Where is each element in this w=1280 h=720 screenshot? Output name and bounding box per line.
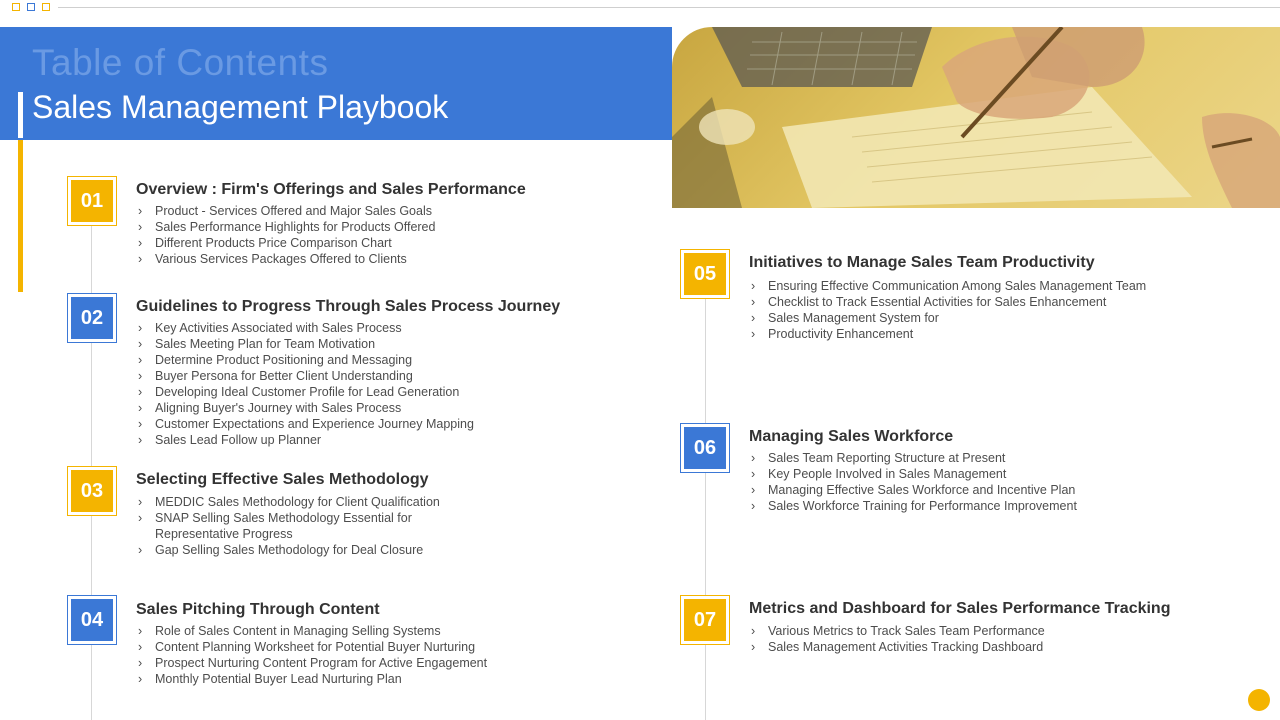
top-divider-line	[58, 7, 1280, 8]
section-number: 07	[684, 599, 726, 641]
section-bullet-list: Various Metrics to Track Sales Team Perf…	[749, 623, 1045, 655]
list-item: Key Activities Associated with Sales Pro…	[136, 320, 474, 336]
section-title: Guidelines to Progress Through Sales Pro…	[136, 298, 561, 315]
list-item: Prospect Nurturing Content Program for A…	[136, 655, 487, 671]
section-number-badge: 05	[680, 249, 730, 299]
list-item: Content Planning Worksheet for Potential…	[136, 639, 487, 655]
section-number-badge: 03	[67, 466, 117, 516]
list-item: Various Metrics to Track Sales Team Perf…	[749, 623, 1045, 639]
list-item: Product - Services Offered and Major Sal…	[136, 203, 435, 219]
list-item-continuation: Representative Progress	[155, 527, 293, 541]
list-item: Checklist to Track Essential Activities …	[749, 294, 1146, 310]
toc-heading: Table of Contents	[32, 42, 329, 83]
section-title: Sales Pitching Through Content	[136, 601, 380, 618]
header-photo	[672, 27, 1280, 208]
section-bullet-list: Product - Services Offered and Major Sal…	[136, 203, 435, 267]
section-title: Managing Sales Workforce	[749, 428, 954, 445]
list-item: SNAP Selling Sales Methodology Essential…	[136, 510, 440, 526]
list-item: Sales Management Activities Tracking Das…	[749, 639, 1045, 655]
list-item: Sales Workforce Training for Performance…	[749, 498, 1077, 514]
list-item: Different Products Price Comparison Char…	[136, 235, 435, 251]
list-item: Determine Product Positioning and Messag…	[136, 352, 474, 368]
section-number: 06	[684, 427, 726, 469]
list-item: Various Services Packages Offered to Cli…	[136, 251, 435, 267]
list-item: Sales Team Reporting Structure at Presen…	[749, 450, 1077, 466]
square-outline-icon	[27, 3, 35, 11]
section-bullet-list: Role of Sales Content in Managing Sellin…	[136, 623, 487, 687]
section-title: Overview : Firm's Offerings and Sales Pe…	[136, 181, 526, 198]
list-item: Sales Lead Follow up Planner	[136, 432, 474, 448]
square-outline-icon	[12, 3, 20, 11]
list-item: Buyer Persona for Better Client Understa…	[136, 368, 474, 384]
photo-illustration	[672, 27, 1280, 208]
section-number-badge: 04	[67, 595, 117, 645]
list-item: Productivity Enhancement	[749, 326, 1146, 342]
left-accent-bar	[18, 140, 23, 292]
list-item: Sales Management System for	[749, 310, 1146, 326]
list-item: Ensuring Effective Communication Among S…	[749, 278, 1146, 294]
list-item: Sales Performance Highlights for Product…	[136, 219, 435, 235]
list-item: Managing Effective Sales Workforce and I…	[749, 482, 1077, 498]
section-number: 01	[71, 180, 113, 222]
list-item: Gap Selling Sales Methodology for Deal C…	[136, 542, 440, 558]
list-item: Role of Sales Content in Managing Sellin…	[136, 623, 487, 639]
section-number: 03	[71, 470, 113, 512]
section-number: 05	[684, 253, 726, 295]
list-item: Aligning Buyer's Journey with Sales Proc…	[136, 400, 474, 416]
section-bullet-list: Ensuring Effective Communication Among S…	[749, 278, 1146, 342]
title-accent-bar	[18, 92, 23, 138]
list-item: Customer Expectations and Experience Jou…	[136, 416, 474, 432]
list-item: Monthly Potential Buyer Lead Nurturing P…	[136, 671, 487, 687]
circle-dot-icon	[1248, 689, 1270, 711]
square-outline-icon	[42, 3, 50, 11]
list-item: MEDDIC Sales Methodology for Client Qual…	[136, 494, 440, 510]
section-bullet-list: MEDDIC Sales Methodology for Client Qual…	[136, 494, 440, 558]
section-title: Metrics and Dashboard for Sales Performa…	[749, 600, 1171, 617]
section-number-badge: 06	[680, 423, 730, 473]
list-item: Developing Ideal Customer Profile for Le…	[136, 384, 474, 400]
section-number: 04	[71, 599, 113, 641]
timeline-right	[705, 272, 706, 720]
section-number-badge: 01	[67, 176, 117, 226]
section-number-badge: 02	[67, 293, 117, 343]
page-title: Sales Management Playbook	[32, 89, 449, 125]
section-bullet-list: Key Activities Associated with Sales Pro…	[136, 320, 474, 448]
list-item: Key People Involved in Sales Management	[749, 466, 1077, 482]
section-title: Initiatives to Manage Sales Team Product…	[749, 254, 1095, 271]
section-title: Selecting Effective Sales Methodology	[136, 471, 429, 488]
section-bullet-list: Sales Team Reporting Structure at Presen…	[749, 450, 1077, 514]
section-number: 02	[71, 297, 113, 339]
section-number-badge: 07	[680, 595, 730, 645]
list-item: Sales Meeting Plan for Team Motivation	[136, 336, 474, 352]
